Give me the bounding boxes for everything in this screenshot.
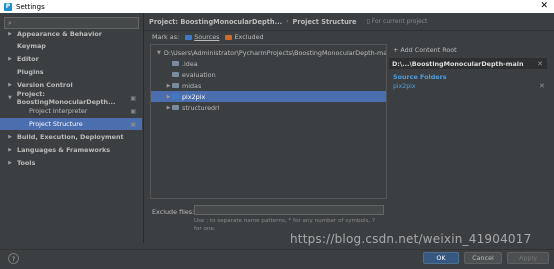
for-current-project-note: ▯ For current project bbox=[367, 18, 428, 25]
source-folders-heading: Source Folders bbox=[393, 73, 447, 81]
chevron-icon: ▶ bbox=[165, 94, 172, 100]
excluded-folder-icon bbox=[225, 35, 232, 40]
sidebar-item-label: Tools bbox=[17, 159, 35, 167]
folder-icon bbox=[172, 94, 179, 99]
mark-as-bar: Mark as: Sources Excluded bbox=[152, 33, 264, 41]
sidebar-item-label: Appearance & Behavior bbox=[17, 30, 102, 38]
sidebar-item[interactable]: ▶Tools bbox=[0, 157, 142, 169]
sidebar-item-label: Project Structure bbox=[29, 120, 83, 128]
tree-row[interactable]: ▶ midas bbox=[151, 80, 387, 91]
tree-row[interactable]: ▼D:\Users\Administrator\PycharmProjects\… bbox=[151, 47, 387, 58]
tree-row-label: midas bbox=[182, 82, 201, 90]
content-root: D:\...\BoostingMonocularDepth-main ✕ Sou… bbox=[389, 58, 549, 208]
help-button[interactable]: ? bbox=[8, 253, 19, 264]
tree-row[interactable]: .idea bbox=[151, 58, 387, 69]
chevron-icon: ▶ bbox=[6, 31, 14, 37]
sidebar-item[interactable]: ▶Languages & Frameworks bbox=[0, 144, 142, 156]
watermark: https://blog.csdn.net/weixin_41904017 bbox=[290, 232, 531, 246]
chevron-icon: ▶ bbox=[6, 147, 14, 153]
tree-row[interactable]: ▶ pix2pix bbox=[151, 91, 387, 102]
ok-button[interactable]: OK bbox=[423, 252, 459, 264]
exclude-files-input[interactable] bbox=[194, 205, 384, 215]
folder-icon bbox=[172, 72, 179, 77]
exclude-files-section: Exclude files: Use ; to separate name pa… bbox=[150, 205, 387, 235]
add-content-root-label: Add Content Root bbox=[400, 46, 456, 54]
plus-icon: + bbox=[393, 46, 398, 54]
tree-row-label: D:\Users\Administrator\PycharmProjects\B… bbox=[164, 49, 387, 57]
sidebar-item[interactable]: Project Interpreter ▣ bbox=[0, 105, 142, 117]
source-folder-item[interactable]: pix2pix bbox=[393, 83, 416, 90]
project-settings-icon: ▣ bbox=[130, 95, 136, 102]
window-title: Settings bbox=[16, 3, 45, 11]
title-bar: P Settings ✕ bbox=[0, 0, 554, 13]
tree-row-label: .idea bbox=[182, 60, 198, 68]
mark-excluded-button[interactable]: Excluded bbox=[234, 33, 263, 41]
sidebar-item[interactable]: Plugins bbox=[0, 66, 142, 78]
chevron-icon: ▶ bbox=[165, 105, 172, 111]
chevron-icon: ▼ bbox=[6, 95, 14, 101]
chevron-icon: ▶ bbox=[6, 82, 14, 88]
sidebar-item-label: Project: BoostingMonocularDepth... bbox=[17, 90, 142, 106]
sidebar-item[interactable]: Project Structure ▣ bbox=[0, 118, 142, 130]
tree-row-label: pix2pix bbox=[182, 93, 205, 101]
tree-row-label: evaluation bbox=[182, 71, 216, 79]
project-settings-icon: ▣ bbox=[130, 121, 136, 128]
content-root-header: D:\...\BoostingMonocularDepth-main ✕ bbox=[389, 58, 547, 69]
tree-row-label: structuredrl bbox=[182, 104, 219, 112]
mark-sources-button[interactable]: Sources bbox=[194, 33, 219, 41]
sidebar-item[interactable]: ▶Build, Execution, Deployment bbox=[0, 131, 142, 143]
breadcrumb: Project: BoostingMonocularDepth... › Pro… bbox=[144, 13, 554, 31]
dialog-footer: ? OK Cancel Apply bbox=[0, 249, 554, 269]
chevron-icon: ▶ bbox=[165, 83, 172, 89]
project-settings-icon: ▣ bbox=[130, 108, 136, 115]
add-content-root-button[interactable]: +Add Content Root bbox=[393, 46, 457, 54]
content-roots-panel: +Add Content Root D:\...\BoostingMonocul… bbox=[389, 44, 549, 199]
sidebar-item-label: Version Control bbox=[17, 81, 73, 89]
sidebar-item[interactable]: ▶Editor bbox=[0, 53, 142, 65]
breadcrumb-separator: › bbox=[286, 18, 288, 25]
sidebar-item-label: Languages & Frameworks bbox=[17, 146, 110, 154]
tree-row[interactable]: ▶ structuredrl bbox=[151, 102, 387, 113]
breadcrumb-project[interactable]: Project: BoostingMonocularDepth... bbox=[149, 18, 282, 26]
project-tree[interactable]: ▼D:\Users\Administrator\PycharmProjects\… bbox=[150, 44, 387, 199]
tree-row[interactable]: evaluation bbox=[151, 69, 387, 80]
remove-root-icon[interactable]: ✕ bbox=[537, 60, 543, 68]
settings-sidebar: ⌕ ▶Appearance & BehaviorKeymap▶EditorPlu… bbox=[0, 13, 144, 243]
chevron-icon: ▶ bbox=[6, 134, 14, 140]
for-current-project-label: For current project bbox=[372, 18, 428, 25]
folder-icon bbox=[172, 83, 179, 88]
sources-folder-icon bbox=[185, 35, 192, 40]
chevron-icon: ▶ bbox=[6, 160, 14, 166]
folder-icon bbox=[172, 105, 179, 110]
sidebar-item-label: Project Interpreter bbox=[29, 107, 87, 115]
content-root-title: D:\...\BoostingMonocularDepth-main bbox=[392, 60, 524, 68]
chevron-icon: ▶ bbox=[6, 56, 14, 62]
cancel-button[interactable]: Cancel bbox=[464, 252, 502, 264]
close-icon[interactable]: ✕ bbox=[540, 1, 548, 11]
sidebar-item[interactable]: ▼Project: BoostingMonocularDepth...▣ bbox=[0, 92, 142, 104]
remove-source-icon[interactable]: ✕ bbox=[539, 82, 545, 90]
folder-icon bbox=[172, 61, 179, 66]
exclude-files-label: Exclude files: bbox=[152, 208, 194, 216]
search-icon: ⌕ bbox=[8, 19, 12, 28]
sidebar-item[interactable]: ▶Appearance & Behavior bbox=[0, 28, 142, 40]
sidebar-item[interactable]: Keymap bbox=[0, 40, 142, 52]
sidebar-item-label: Build, Execution, Deployment bbox=[17, 133, 124, 141]
breadcrumb-page: Project Structure bbox=[293, 18, 357, 26]
sidebar-item-label: Plugins bbox=[17, 68, 44, 76]
pycharm-icon: P bbox=[4, 3, 12, 11]
exclude-files-hint: Use ; to separate name patterns, * for a… bbox=[194, 217, 384, 233]
sidebar-item-label: Editor bbox=[17, 55, 39, 63]
mark-as-label: Mark as: bbox=[152, 33, 179, 41]
apply-button[interactable]: Apply bbox=[507, 252, 549, 264]
sidebar-item-label: Keymap bbox=[17, 42, 46, 50]
